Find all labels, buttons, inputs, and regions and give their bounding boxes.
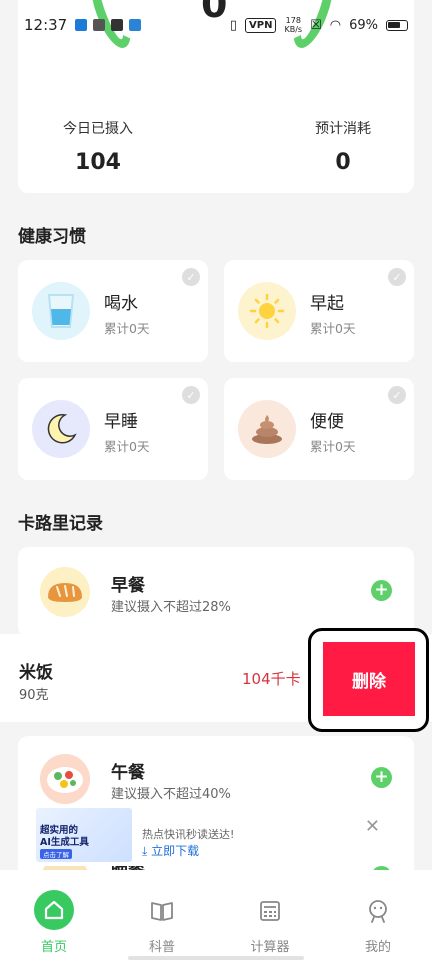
nav-label: 计算器: [250, 940, 290, 955]
meal-name: 午餐: [111, 763, 145, 783]
status-time: 12:37: [24, 16, 68, 34]
ad-title: 热点快讯秒读送达!: [142, 828, 235, 841]
check-icon[interactable]: ✓: [182, 268, 200, 286]
speed-unit: KB/s: [284, 25, 303, 34]
vpn-badge: VPN: [245, 17, 277, 33]
habit-name: 便便: [310, 412, 344, 432]
ad-download-label: 立即下载: [151, 844, 200, 858]
add-lunch-button[interactable]: +: [371, 767, 392, 788]
habit-name: 早起: [310, 294, 344, 314]
bread-icon: [40, 567, 90, 617]
burn-label: 预计消耗: [315, 121, 371, 137]
habits-section-title: 健康习惯: [18, 227, 86, 247]
water-glass-icon: [32, 282, 90, 340]
habit-name: 早睡: [104, 412, 138, 432]
food-calories: 104千卡: [242, 670, 301, 688]
intake-stat: 今日已摄入 104: [58, 118, 138, 175]
habit-days: 累计0天: [310, 439, 356, 454]
close-icon[interactable]: ✕: [365, 816, 380, 837]
nav-profile[interactable]: 我的: [324, 870, 432, 955]
intake-value: 104: [75, 150, 121, 175]
habit-card-poop[interactable]: 便便 累计0天 ✓: [224, 378, 414, 480]
habit-days: 累计0天: [104, 439, 150, 454]
status-right: ▯ VPN 178 KB/s ☒ ◠ 69%: [230, 16, 408, 34]
nav-label: 我的: [364, 940, 391, 955]
calorie-section-title: 卡路里记录: [18, 514, 103, 534]
add-breakfast-button[interactable]: +: [371, 580, 392, 601]
habit-card-early-sleep[interactable]: 早睡 累计0天 ✓: [18, 378, 208, 480]
home-icon: [34, 890, 74, 930]
book-icon: [143, 892, 181, 930]
delete-highlight: 删除: [308, 628, 429, 732]
vibrate-icon: ▯: [229, 17, 238, 33]
download-icon: ⤓: [142, 844, 148, 858]
delete-button[interactable]: 删除: [323, 642, 415, 716]
habit-days: 累计0天: [310, 321, 356, 336]
habit-card-early-rise[interactable]: 早起 累计0天 ✓: [224, 260, 414, 362]
intake-label: 今日已摄入: [63, 121, 133, 137]
no-sim-icon: ☒: [310, 17, 322, 33]
nav-calculator[interactable]: 计算器: [216, 870, 324, 955]
habit-card-water[interactable]: 喝水 累计0天 ✓: [18, 260, 208, 362]
app-notification-icon: [111, 19, 124, 31]
wifi-icon: ◠: [329, 17, 342, 33]
battery-icon: [386, 19, 408, 31]
meal-suggestion: 建议摄入不超过28%: [111, 600, 231, 615]
poop-icon: [238, 400, 296, 458]
ad-banner[interactable]: 超实用的 AI生成工具 点击了解 热点快讯秒读送达! ⤓ 立即下载 ✕: [18, 806, 414, 866]
food-amount: 90克: [19, 688, 49, 703]
habit-days: 累计0天: [104, 321, 150, 336]
burn-stat: 预计消耗 0: [303, 118, 383, 175]
bottom-nav: 首页 科普 计算器 我的: [0, 870, 432, 964]
nav-home[interactable]: 首页: [0, 870, 108, 955]
check-icon[interactable]: ✓: [388, 268, 406, 286]
gesture-bar[interactable]: [128, 956, 304, 960]
app-notification-icon: [75, 19, 88, 31]
nav-label: 首页: [40, 940, 67, 955]
check-icon[interactable]: ✓: [388, 386, 406, 404]
nav-label: 科普: [148, 940, 175, 955]
meal-suggestion: 建议摄入不超过40%: [111, 787, 231, 802]
ad-image-line2: AI生成工具: [40, 837, 89, 848]
burn-value: 0: [335, 150, 351, 175]
sun-icon: [238, 282, 296, 340]
speed-value: 178: [285, 16, 301, 25]
habit-name: 喝水: [104, 294, 138, 314]
check-icon[interactable]: ✓: [182, 386, 200, 404]
calculator-icon: [251, 892, 289, 930]
battery-percent: 69%: [349, 17, 378, 33]
network-speed: 178 KB/s: [284, 16, 302, 34]
profile-icon: [359, 892, 397, 930]
nav-science[interactable]: 科普: [108, 870, 216, 955]
salad-icon: [40, 754, 90, 804]
app-notification-icon: [129, 19, 142, 31]
app-notification-icon: [93, 19, 106, 31]
ad-image-button: 点击了解: [40, 849, 72, 859]
ad-image[interactable]: 超实用的 AI生成工具 点击了解: [36, 808, 132, 862]
food-name: 米饭: [19, 663, 53, 683]
ad-download-link[interactable]: ⤓ 立即下载: [142, 842, 199, 859]
meal-card-breakfast[interactable]: 早餐 建议摄入不超过28% +: [18, 547, 414, 637]
moon-icon: [32, 400, 90, 458]
notification-icons: [75, 19, 142, 31]
status-bar: 12:37 ▯ VPN 178 KB/s ☒ ◠ 69%: [0, 0, 432, 50]
meal-name: 早餐: [111, 576, 145, 596]
